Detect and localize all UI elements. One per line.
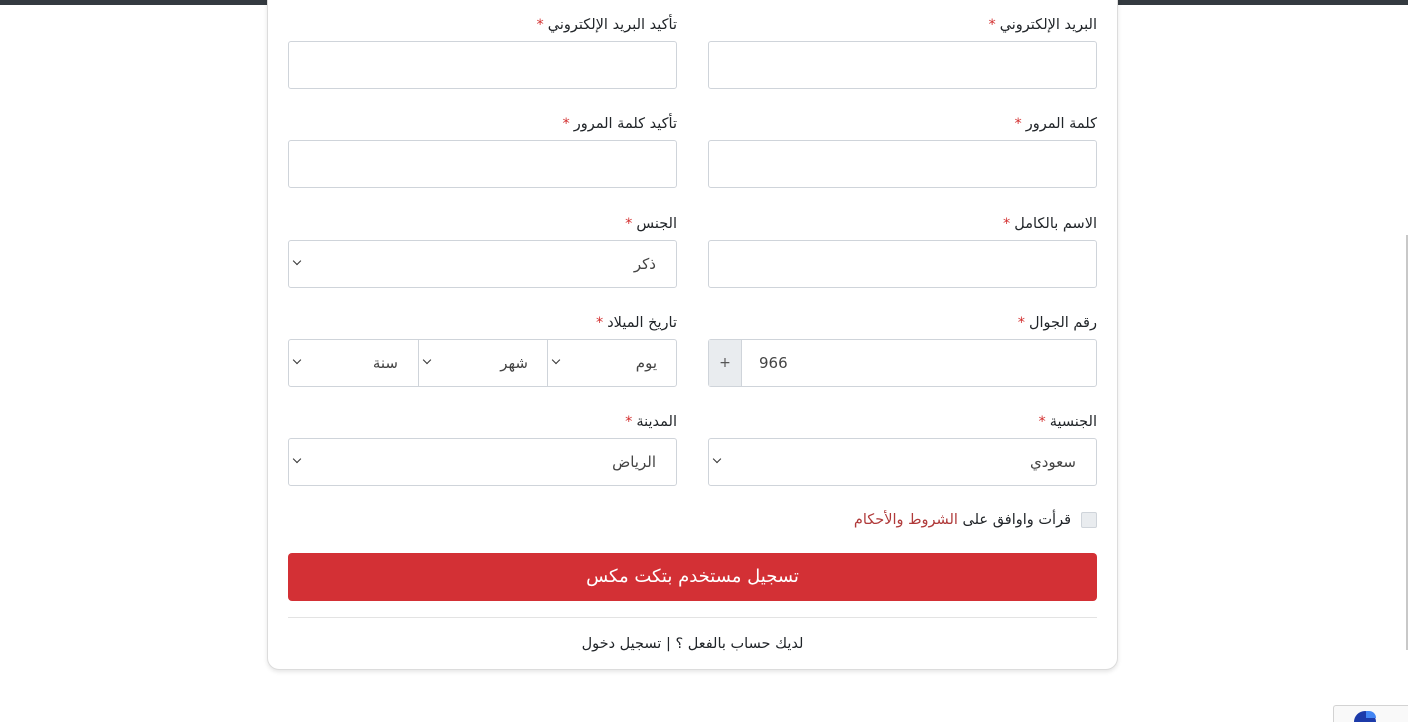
email-input[interactable]	[708, 41, 1097, 89]
recaptcha-badge[interactable]	[1333, 705, 1408, 722]
required-mark: *	[562, 116, 570, 132]
city-label: المدينة*	[625, 414, 677, 430]
mobile-value: 966	[759, 354, 788, 372]
required-mark: *	[1017, 315, 1025, 331]
register-button[interactable]: تسجيل مستخدم بتكت مكس	[288, 553, 1097, 601]
recaptcha-icon	[1354, 711, 1376, 722]
mobile-label: رقم الجوال*	[1017, 315, 1097, 331]
login-link[interactable]: تسجيل دخول	[582, 636, 662, 652]
required-mark: *	[1014, 116, 1022, 132]
email-confirm-input[interactable]	[288, 41, 677, 89]
divider	[288, 617, 1097, 618]
password-confirm-label: تأكيد كلمة المرور*	[562, 116, 677, 132]
required-mark: *	[1038, 414, 1046, 430]
birth-day-select[interactable]: يوم	[547, 340, 677, 386]
birth-month-value: شهر	[500, 354, 528, 372]
required-mark: *	[536, 17, 544, 33]
required-mark: *	[625, 216, 633, 232]
login-prompt-text: لديك حساب بالفعل ؟	[675, 636, 804, 652]
city-selected-value: الرياض	[612, 453, 656, 471]
required-mark: *	[595, 315, 604, 331]
chevron-down-icon	[293, 456, 303, 466]
birth-date-label: تاريخ الميلاد*	[595, 315, 677, 331]
password-input[interactable]	[708, 140, 1097, 188]
required-mark: *	[988, 17, 996, 33]
gender-label: الجنس*	[625, 216, 677, 232]
login-prompt-line: لديك حساب بالفعل ؟ | تسجيل دخول	[288, 633, 1097, 655]
chevron-down-icon	[552, 357, 562, 367]
password-label: كلمة المرور*	[1014, 116, 1097, 132]
terms-prefix-text: قرأت واوافق على	[962, 512, 1071, 528]
chevron-down-icon	[713, 456, 723, 466]
birth-year-select[interactable]: سنة	[289, 340, 418, 386]
birth-day-value: يوم	[635, 354, 657, 372]
email-confirm-label: تأكيد البريد الإلكتروني*	[536, 17, 677, 33]
password-confirm-input[interactable]	[288, 140, 677, 188]
terms-checkbox[interactable]	[1081, 512, 1097, 528]
required-mark: *	[625, 414, 633, 430]
login-separator: |	[665, 636, 671, 652]
terms-agreement: قرأت واوافق على الشروط والأحكام	[854, 509, 1097, 531]
chevron-down-icon	[293, 357, 303, 367]
full-name-input[interactable]	[708, 240, 1097, 288]
required-mark: *	[1002, 216, 1011, 232]
birth-month-select[interactable]: شهر	[418, 340, 548, 386]
gender-selected-value: ذكر	[633, 255, 656, 273]
nationality-selected-value: سعودي	[1030, 453, 1076, 471]
chevron-down-icon	[293, 258, 303, 268]
city-select[interactable]: الرياض	[288, 438, 677, 486]
birth-year-value: سنة	[372, 354, 398, 372]
nationality-label: الجنسية*	[1038, 414, 1097, 430]
gender-select[interactable]: ذكر	[288, 240, 677, 288]
chevron-down-icon	[423, 357, 433, 367]
birth-date-selects: سنة شهر يوم	[288, 339, 677, 387]
email-label: البريد الإلكتروني*	[988, 17, 1097, 33]
full-name-label: الاسم بالكامل*	[1002, 216, 1097, 232]
phone-prefix: +	[709, 340, 742, 386]
mobile-input[interactable]: + 966	[708, 339, 1097, 387]
terms-link[interactable]: الشروط والأحكام	[854, 512, 958, 528]
nationality-select[interactable]: سعودي	[708, 438, 1097, 486]
